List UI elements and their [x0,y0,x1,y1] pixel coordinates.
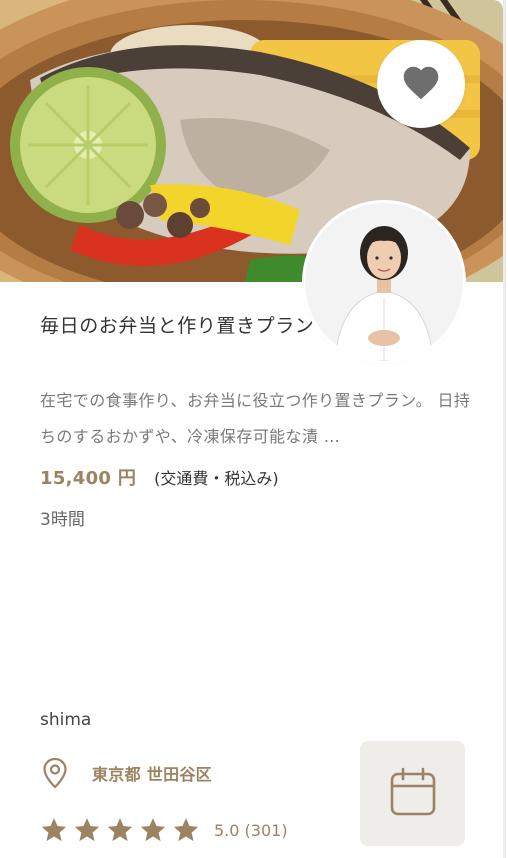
location-text: 東京都 世田谷区 [92,765,212,784]
favorite-button[interactable] [377,40,465,128]
plan-price: 15,400 円 [40,468,137,489]
map-pin-icon [40,756,70,790]
calendar-icon [389,767,437,821]
price-row: 15,400 円 (交通費・税込み) [40,463,279,491]
plan-title[interactable]: 毎日のお弁当と作り置きプラン [40,308,315,345]
rating-text: 5.0 (301) [214,820,288,840]
star-icon [173,818,199,842]
star-icon [41,818,67,842]
chef-rating: 5.0 (301) [40,816,288,844]
star-icon [107,818,133,842]
heart-icon [400,63,442,105]
schedule-button[interactable] [360,741,465,846]
chef-location: 東京都 世田谷区 [40,756,212,790]
plan-duration: 3時間 [40,510,85,530]
chef-avatar[interactable] [305,203,463,361]
plan-card[interactable]: 毎日のお弁当と作り置きプラン 在宅での食事作り、お弁当に役立つ作り置きプラン。 … [0,0,506,858]
star-icon [140,818,166,842]
star-icon [74,818,100,842]
price-note: (交通費・税込み) [154,469,279,488]
plan-description: 在宅での食事作り、お弁当に役立つ作り置きプラン。 日持ちのするおかずや、冷凍保存… [40,391,471,446]
rating-stars [40,816,200,844]
chef-name[interactable]: shima [40,710,91,730]
